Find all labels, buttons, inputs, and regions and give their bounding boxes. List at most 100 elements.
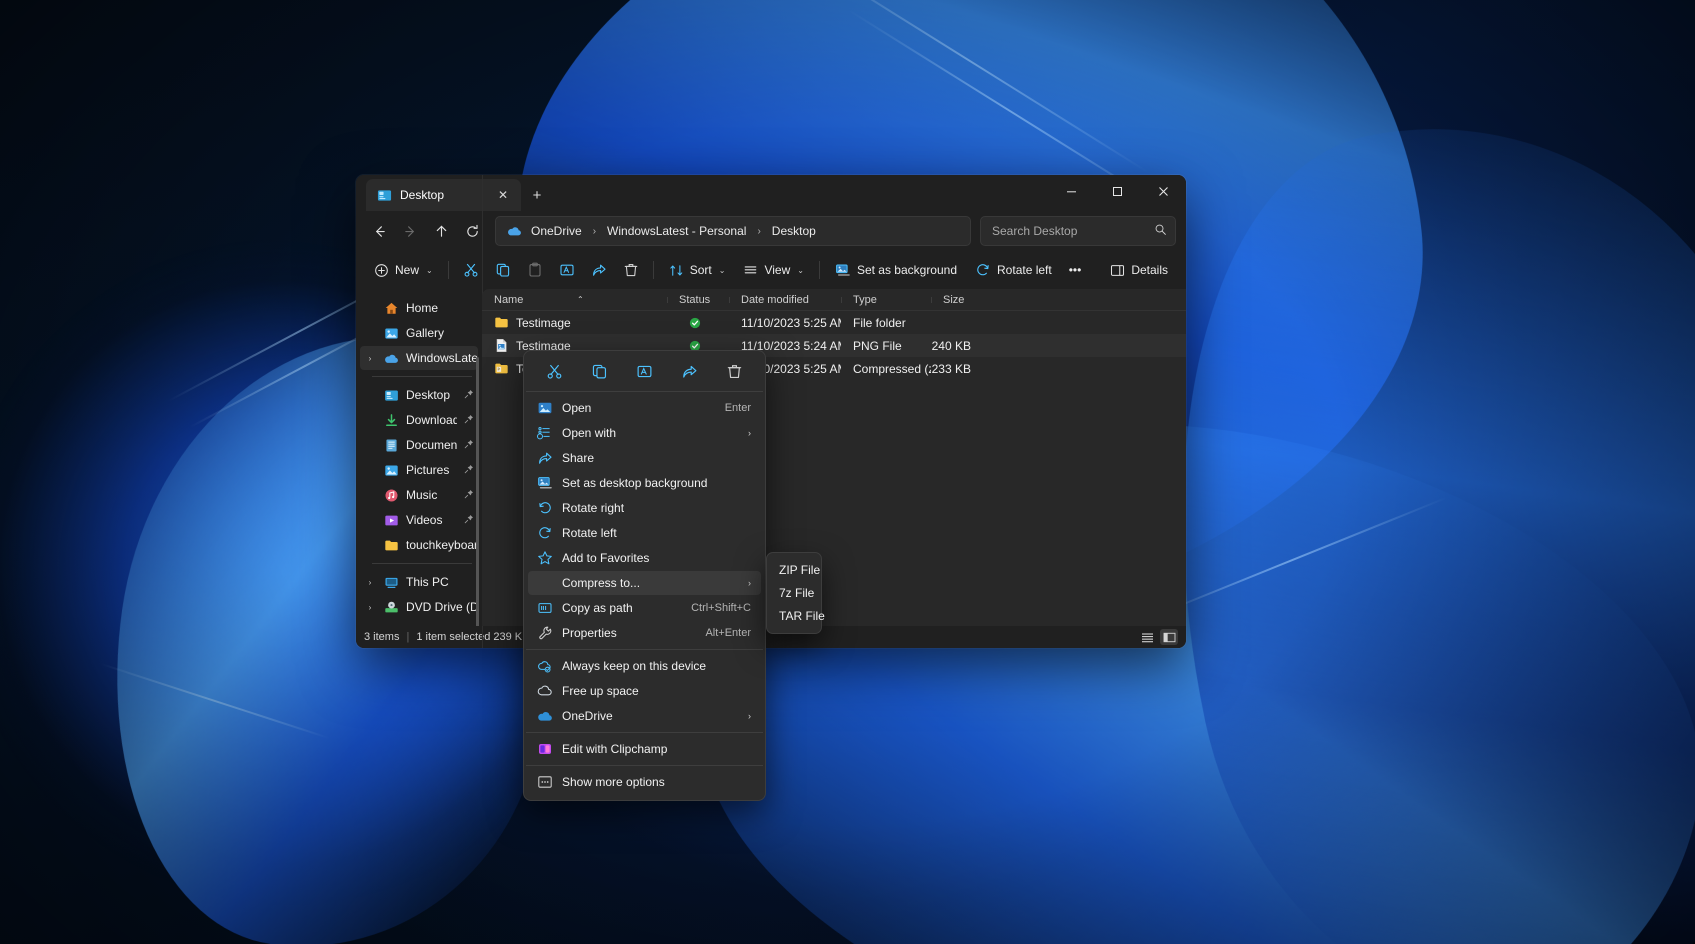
- rename-icon[interactable]: [629, 357, 661, 385]
- context-menu-item-edit-with-clipchamp[interactable]: Edit with Clipchamp: [528, 737, 761, 761]
- new-button[interactable]: New ⌄: [366, 256, 441, 284]
- context-menu-label: Share: [562, 451, 751, 465]
- context-menu-item-properties[interactable]: Properties Alt+Enter: [528, 621, 761, 645]
- context-menu-item-add-to-favorites[interactable]: Add to Favorites: [528, 546, 761, 570]
- sidebar-item-documents[interactable]: Documents: [360, 433, 478, 457]
- context-menu-item-open[interactable]: Open Enter: [528, 396, 761, 420]
- sidebar-item-touchkeyboard[interactable]: touchkeyboard: [360, 533, 478, 557]
- sidebar-item-windowslatest[interactable]: › WindowsLatest: [360, 346, 478, 370]
- context-menu-accel: Alt+Enter: [705, 627, 751, 639]
- more-options-button[interactable]: •••: [1062, 256, 1089, 284]
- sidebar-item-music[interactable]: Music: [360, 483, 478, 507]
- close-tab-icon[interactable]: ✕: [493, 185, 513, 205]
- forward-button[interactable]: [395, 216, 425, 246]
- set-as-background-label: Set as background: [857, 263, 957, 277]
- details-pane-button[interactable]: Details: [1102, 256, 1176, 284]
- breadcrumb-item-desktop[interactable]: Desktop: [767, 222, 821, 240]
- trash-icon[interactable]: [719, 357, 751, 385]
- table-row[interactable]: Testimage 11/10/2023 5:25 AM File folder: [482, 311, 1186, 334]
- status-cell: [667, 317, 729, 329]
- search-box[interactable]: Search Desktop: [980, 216, 1176, 246]
- no-icon-placeholder: [536, 575, 553, 592]
- sidebar-scrollbar[interactable]: [476, 357, 479, 626]
- context-menu-item-rotate-right[interactable]: Rotate right: [528, 496, 761, 520]
- copy-button[interactable]: [488, 256, 518, 284]
- sidebar-item-videos[interactable]: Videos: [360, 508, 478, 532]
- separator: |: [406, 631, 409, 643]
- music-icon: [383, 487, 399, 503]
- chevron-right-icon[interactable]: ›: [364, 578, 376, 587]
- cloud-icon: [536, 683, 553, 700]
- set-as-background-button[interactable]: Set as background: [827, 256, 965, 284]
- zip-file-icon: [494, 361, 509, 376]
- column-header-date[interactable]: Date modified: [729, 294, 841, 306]
- pin-icon[interactable]: [464, 439, 474, 451]
- view-button[interactable]: View ⌄: [735, 256, 812, 284]
- context-menu-item-copy-as-path[interactable]: Copy as path Ctrl+Shift+C: [528, 596, 761, 620]
- close-window-button[interactable]: [1140, 175, 1186, 207]
- rename-button[interactable]: [552, 256, 582, 284]
- sort-button[interactable]: Sort ⌄: [661, 256, 734, 284]
- chevron-right-icon[interactable]: ›: [364, 603, 376, 612]
- sidebar-item-pictures[interactable]: Pictures: [360, 458, 478, 482]
- context-menu-item-always-keep-on-this-device[interactable]: Always keep on this device: [528, 654, 761, 678]
- context-menu-item-open-with[interactable]: Open with ›: [528, 421, 761, 445]
- breadcrumb-item-onedrive[interactable]: OneDrive: [526, 222, 587, 240]
- cut-icon[interactable]: [539, 357, 571, 385]
- pin-icon[interactable]: [464, 464, 474, 476]
- column-header-name[interactable]: Name ⌃: [482, 294, 667, 306]
- sidebar-label: WindowsLatest: [406, 351, 478, 365]
- context-menu-item-set-as-desktop-background[interactable]: Set as desktop background: [528, 471, 761, 495]
- details-view-icon[interactable]: [1160, 629, 1178, 645]
- delete-button[interactable]: [616, 256, 646, 284]
- context-menu-item-rotate-left[interactable]: Rotate left: [528, 521, 761, 545]
- type-cell: Compressed (zipp...: [841, 362, 931, 376]
- sidebar-item-desktop[interactable]: Desktop: [360, 383, 478, 407]
- paste-button[interactable]: [520, 256, 550, 284]
- context-menu-item-show-more-options[interactable]: Show more options: [528, 770, 761, 794]
- breadcrumb[interactable]: OneDrive › WindowsLatest - Personal › De…: [495, 216, 971, 246]
- context-menu-item-share[interactable]: Share: [528, 446, 761, 470]
- new-tab-button[interactable]: +: [523, 181, 551, 209]
- sidebar-item-dvd-drive[interactable]: › DVD Drive (D:) C: [360, 595, 478, 619]
- sidebar-item-gallery[interactable]: Gallery: [360, 321, 478, 345]
- wrench-icon: [536, 625, 553, 642]
- column-header-type[interactable]: Type: [841, 294, 931, 306]
- context-menu-item-free-up-space[interactable]: Free up space: [528, 679, 761, 703]
- context-menu-label: Rotate left: [562, 526, 751, 540]
- maximize-button[interactable]: [1094, 175, 1140, 207]
- rotate-left-button[interactable]: Rotate left: [967, 256, 1060, 284]
- list-view-icon[interactable]: [1138, 629, 1156, 645]
- sidebar-item-home[interactable]: Home: [360, 296, 478, 320]
- submenu-item-zip-file[interactable]: ZIP File: [770, 559, 818, 581]
- pin-icon[interactable]: [464, 389, 474, 401]
- back-button[interactable]: [364, 216, 394, 246]
- divider: [653, 261, 654, 279]
- sidebar-item-downloads[interactable]: Downloads: [360, 408, 478, 432]
- sidebar-label: Downloads: [406, 413, 457, 427]
- sidebar-item-this-pc[interactable]: › This PC: [360, 570, 478, 594]
- chevron-right-icon[interactable]: ›: [364, 354, 376, 363]
- pin-icon[interactable]: [464, 414, 474, 426]
- search-icon[interactable]: [1154, 223, 1167, 239]
- context-menu-item-onedrive[interactable]: OneDrive ›: [528, 704, 761, 728]
- sidebar-item-network[interactable]: › Network: [360, 620, 478, 626]
- context-menu-item-compress-to[interactable]: Compress to... ›: [528, 571, 761, 595]
- submenu-item-7z-file[interactable]: 7z File: [770, 582, 818, 604]
- context-menu-label: Copy as path: [562, 601, 682, 615]
- share-icon[interactable]: [674, 357, 706, 385]
- up-button[interactable]: [426, 216, 456, 246]
- pin-icon[interactable]: [464, 489, 474, 501]
- minimize-button[interactable]: [1048, 175, 1094, 207]
- copy-icon[interactable]: [584, 357, 616, 385]
- divider: [526, 732, 763, 733]
- tab-desktop[interactable]: Desktop ✕: [366, 179, 521, 211]
- pin-icon[interactable]: [464, 514, 474, 526]
- column-header-status[interactable]: Status: [667, 294, 729, 306]
- sidebar-label: This PC: [406, 575, 478, 589]
- share-button[interactable]: [584, 256, 614, 284]
- context-menu-label: Show more options: [562, 775, 751, 789]
- breadcrumb-item-windowslatest[interactable]: WindowsLatest - Personal: [602, 222, 751, 240]
- column-header-size[interactable]: Size: [931, 294, 983, 306]
- submenu-item-tar-file[interactable]: TAR File: [770, 605, 818, 627]
